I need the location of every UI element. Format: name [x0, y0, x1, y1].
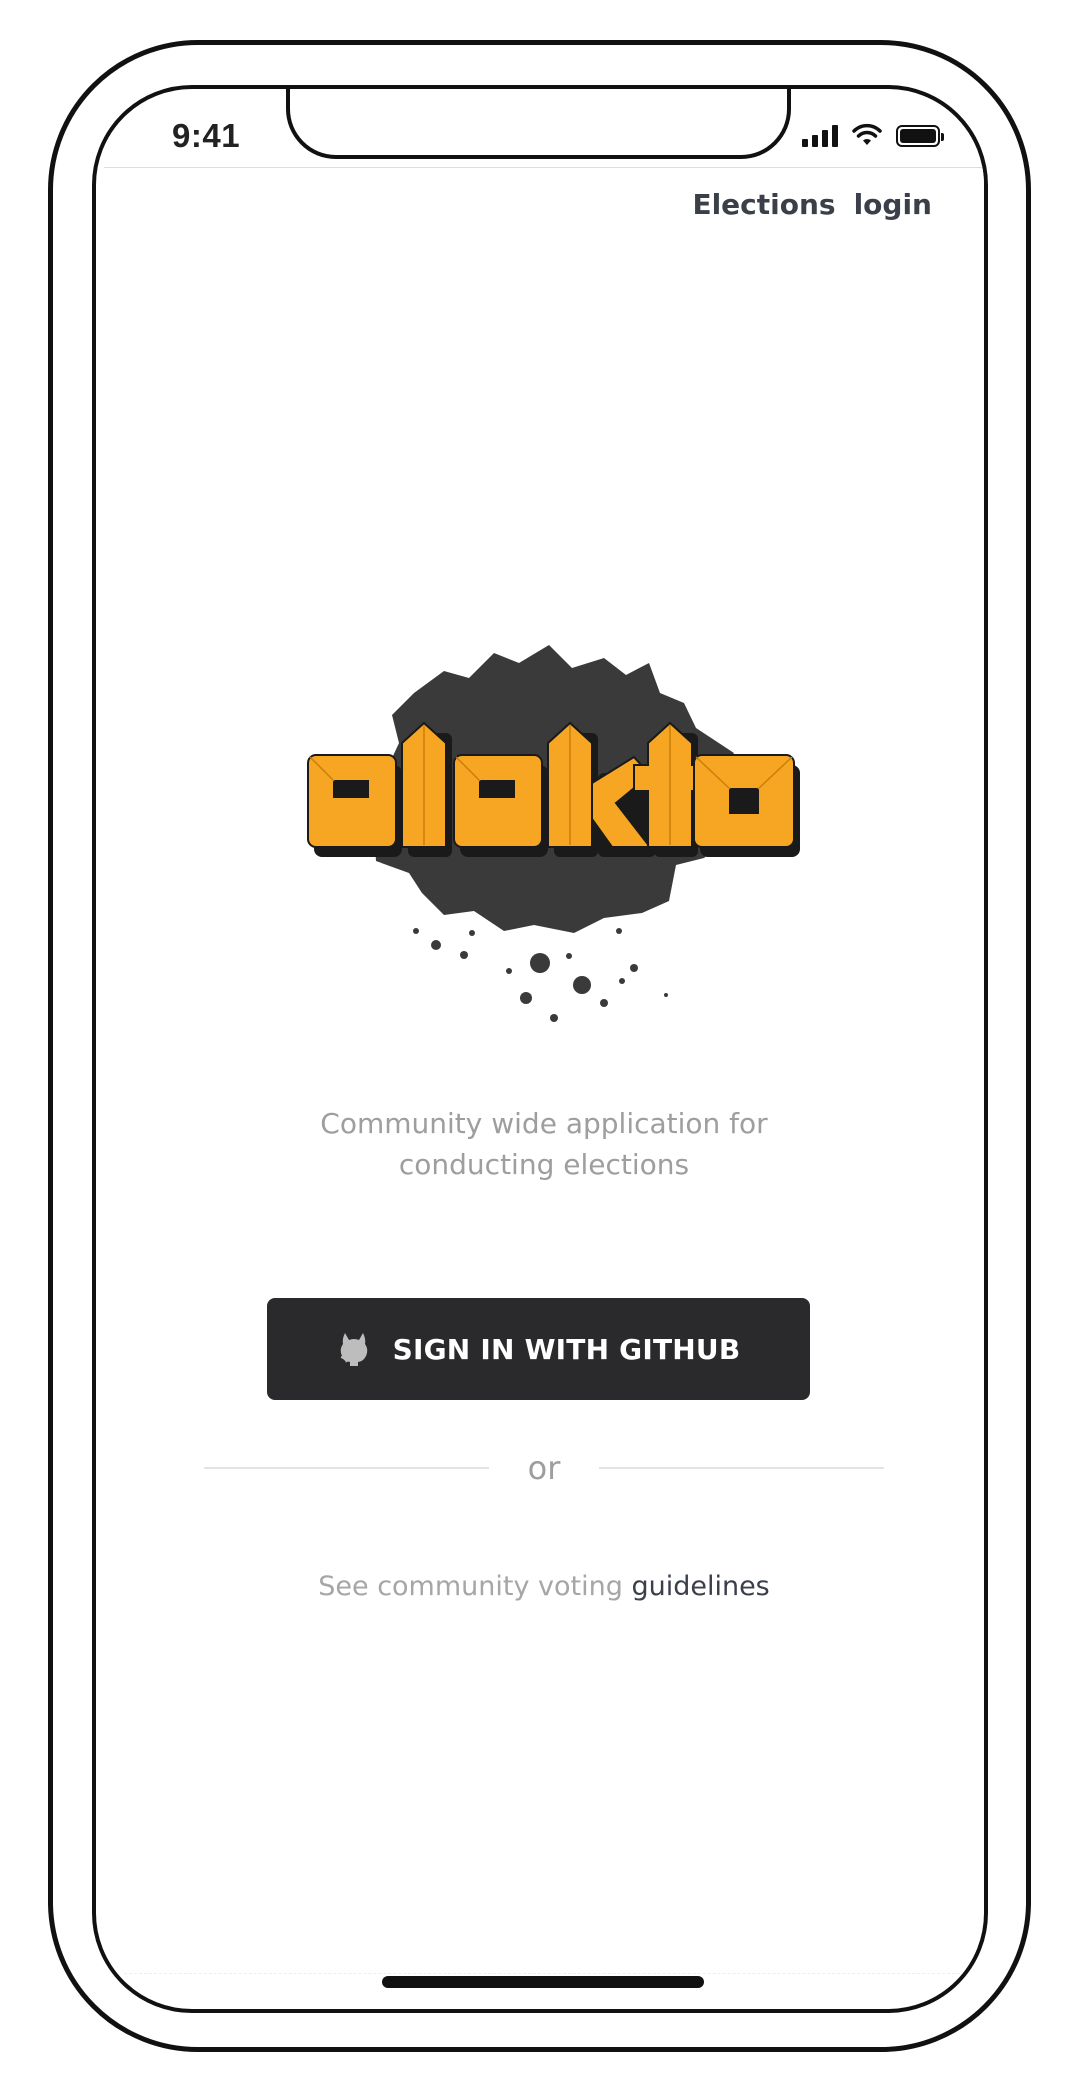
- tagline: Community wide application for conductin…: [104, 1103, 984, 1185]
- nav-login-link[interactable]: login: [854, 188, 932, 221]
- nav-elections-link[interactable]: Elections: [692, 188, 835, 221]
- phone-notch: [286, 89, 791, 159]
- guidelines-prefix: See community voting: [318, 1571, 632, 1602]
- tagline-line-1: Community wide application for: [320, 1107, 768, 1140]
- github-octocat-icon: [340, 1333, 367, 1366]
- guidelines-link[interactable]: guidelines: [631, 1571, 769, 1602]
- phone-screen: 9:41 Elections login Community wide appl…: [92, 85, 988, 2013]
- cellular-signal-icon: [802, 125, 838, 147]
- top-nav: Elections login: [692, 188, 932, 221]
- sign-in-with-github-button[interactable]: SIGN IN WITH GITHUB: [267, 1298, 810, 1400]
- elekto-logo: [307, 645, 800, 1022]
- battery-icon: [896, 125, 944, 147]
- home-indicator[interactable]: [382, 1976, 704, 1988]
- tagline-line-2: conducting elections: [398, 1148, 690, 1181]
- wifi-icon: [852, 123, 882, 145]
- guidelines-text: See community voting guidelines: [104, 1571, 984, 1602]
- app-screen: Elections login Community wide applicati…: [104, 167, 984, 1974]
- or-divider: or: [204, 1448, 884, 1488]
- status-time: 9:41: [172, 117, 241, 154]
- divider-line-right: [599, 1467, 884, 1469]
- github-button-label: SIGN IN WITH GITHUB: [392, 1332, 741, 1366]
- status-icons: [802, 123, 944, 147]
